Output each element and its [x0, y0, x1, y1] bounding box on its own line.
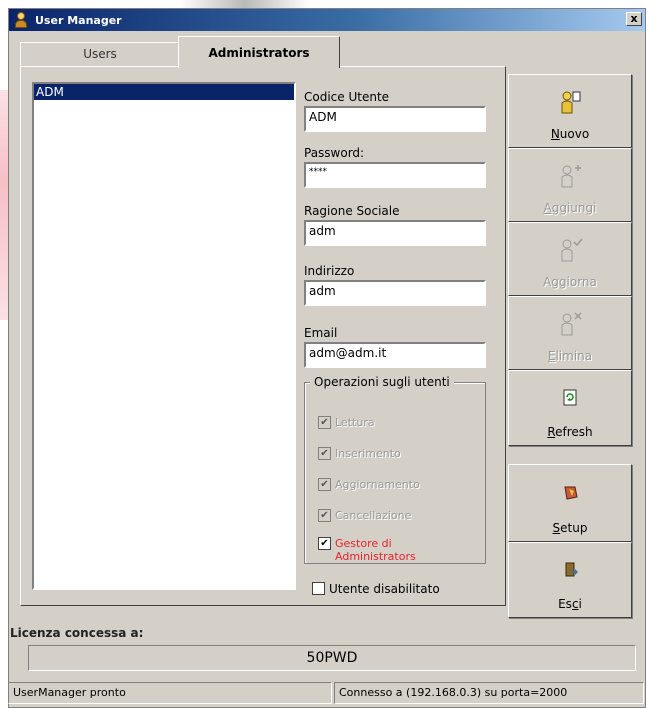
elimina-button[interactable]: Elimina: [508, 296, 632, 370]
gestore-administrators-checkbox[interactable]: ✔: [318, 537, 331, 550]
operations-group-title: Operazioni sugli utenti: [310, 375, 454, 389]
window-title: User Manager: [35, 13, 122, 27]
setup-label: Setup: [552, 521, 588, 535]
password-field[interactable]: ****: [304, 162, 486, 188]
gestore-administrators-label: Gestore di Administrators: [335, 537, 416, 563]
codice-utente-field[interactable]: ADM: [304, 106, 486, 132]
aggiornamento-checkbox: ✔: [318, 478, 331, 491]
utente-disabilitato-label: Utente disabilitato: [329, 582, 440, 596]
nuovo-button[interactable]: Nuovo: [508, 74, 632, 148]
close-button[interactable]: x: [626, 12, 642, 26]
cancellazione-label: Cancellazione: [335, 509, 412, 522]
cancellazione-checkbox: ✔: [318, 509, 331, 522]
list-item[interactable]: ADM: [34, 84, 294, 100]
password-label: Password:: [304, 146, 365, 160]
user-update-icon: [561, 238, 583, 262]
aggiorna-button[interactable]: Aggiorna: [508, 222, 632, 296]
inserimento-label: Inserimento: [335, 447, 401, 460]
title-bar[interactable]: User Manager x: [9, 9, 645, 31]
indirizzo-label: Indirizzo: [304, 264, 355, 278]
license-label: Licenza concessa a:: [10, 626, 144, 640]
aggiungi-label: Aggiungi: [543, 201, 597, 215]
status-bar-left: UserManager pronto: [8, 682, 332, 704]
exit-icon: [565, 562, 578, 577]
aggiorna-label: Aggiorna: [543, 275, 597, 289]
inserimento-checkbox-row: ✔ Inserimento: [318, 447, 401, 460]
refresh-icon: [563, 389, 577, 406]
user-listbox[interactable]: ADM: [32, 82, 296, 590]
background-decoration-top: [180, 0, 310, 8]
license-value: 50PWD: [28, 645, 636, 671]
email-field[interactable]: adm@adm.it: [304, 342, 486, 368]
lettura-checkbox-row: ✔ Lettura: [318, 416, 375, 429]
nuovo-label: Nuovo: [550, 127, 590, 141]
codice-utente-label: Codice Utente: [304, 90, 390, 104]
tab-users[interactable]: Users: [20, 42, 180, 66]
refresh-button[interactable]: Refresh: [508, 370, 632, 446]
gestore-administrators-checkbox-row[interactable]: ✔ Gestore di Administrators: [318, 537, 445, 563]
setup-icon: [564, 486, 578, 500]
user-manager-app-icon: [13, 12, 29, 28]
utente-disabilitato-checkbox[interactable]: [312, 582, 325, 595]
ragione-sociale-label: Ragione Sociale: [304, 204, 400, 218]
inserimento-checkbox: ✔: [318, 447, 331, 460]
user-delete-icon: [561, 312, 582, 336]
lettura-label: Lettura: [335, 416, 375, 429]
setup-button[interactable]: Setup: [508, 464, 632, 542]
aggiungi-button[interactable]: Aggiungi: [508, 148, 632, 222]
esci-button[interactable]: Esci: [508, 542, 632, 618]
status-bar-right: Connesso a (192.168.0.3) su porta=2000: [334, 682, 644, 704]
aggiornamento-label: Aggiornamento: [335, 478, 420, 491]
ragione-sociale-field[interactable]: adm: [304, 220, 486, 246]
elimina-label: Elimina: [547, 349, 593, 363]
refresh-label: Refresh: [547, 425, 593, 439]
tab-administrators[interactable]: Administrators: [178, 36, 340, 68]
user-new-icon: [561, 91, 581, 114]
email-label: Email: [304, 326, 338, 340]
utente-disabilitato-row[interactable]: Utente disabilitato: [312, 582, 440, 596]
user-add-icon: [561, 165, 581, 188]
indirizzo-field[interactable]: adm: [304, 280, 486, 306]
esci-label: Esci: [558, 597, 582, 611]
lettura-checkbox: ✔: [318, 416, 331, 429]
aggiornamento-checkbox-row: ✔ Aggiornamento: [318, 478, 420, 491]
cancellazione-checkbox-row: ✔ Cancellazione: [318, 509, 411, 522]
